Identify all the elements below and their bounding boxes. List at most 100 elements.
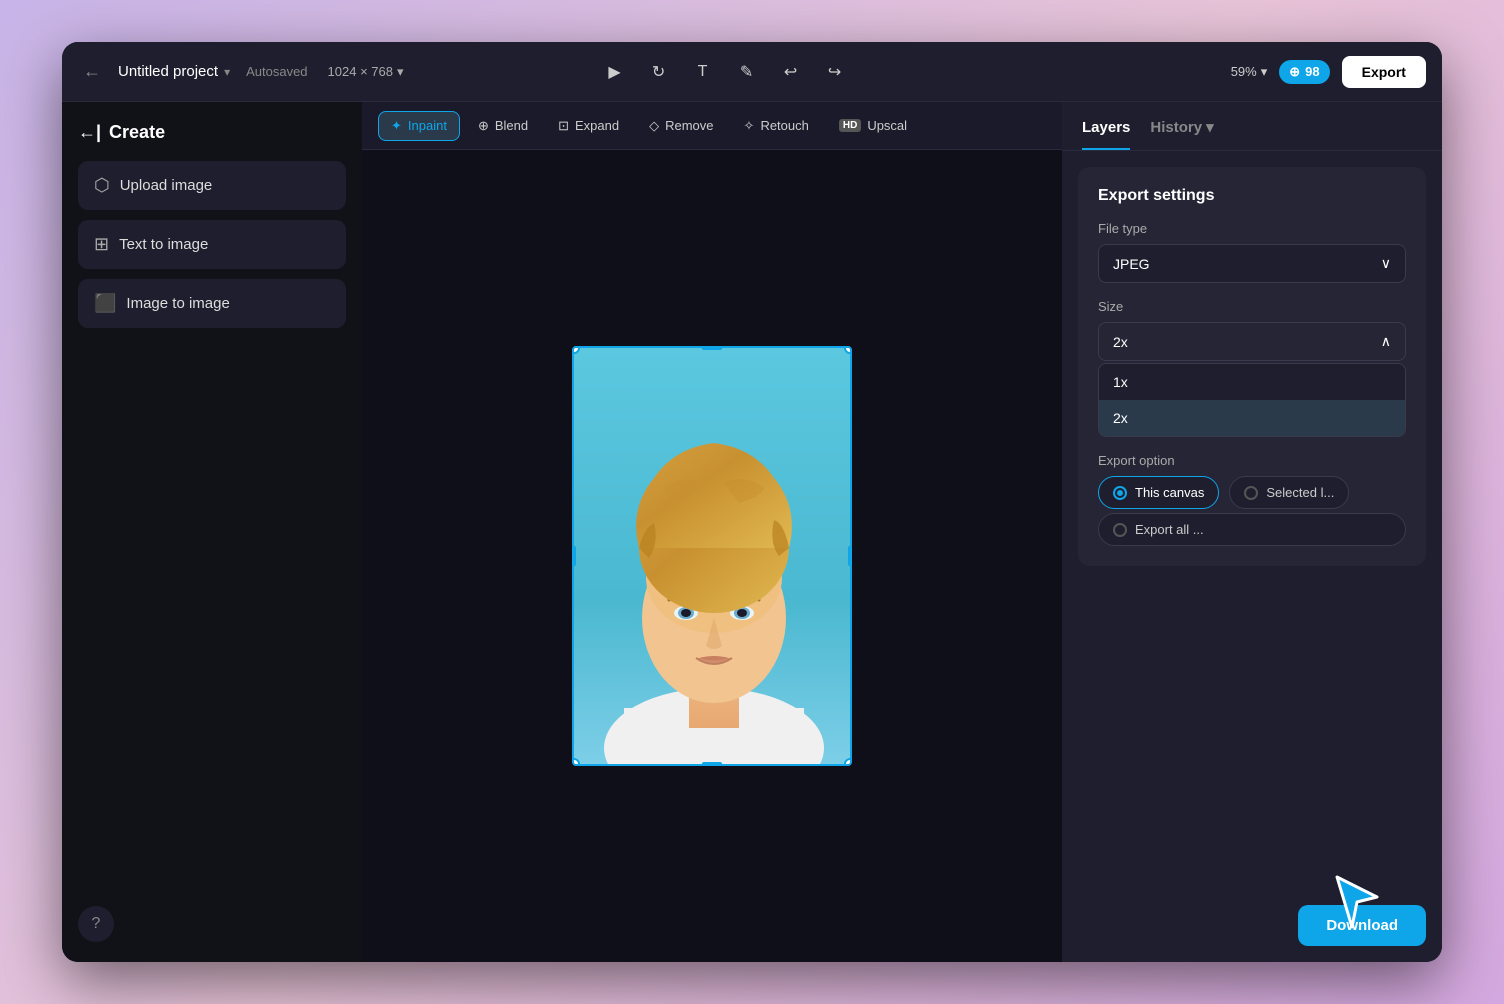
export-button[interactable]: Export (1342, 56, 1426, 88)
retouch-icon: ✧ (744, 118, 755, 134)
tool-group: ▶ ↻ T ✎ ↩ ↪ (601, 58, 849, 86)
zoom-control[interactable]: 59% ▾ (1231, 64, 1268, 80)
size-current-value: 2x (1113, 334, 1128, 350)
canvas-handle-mr[interactable] (848, 546, 852, 566)
export-settings-panel: Export settings File type JPEG ∨ Size 2x (1078, 167, 1426, 566)
edit-toolbar: ✦ Inpaint ⊕ Blend ⊡ Expand ◇ Remove ✧ (362, 102, 1062, 150)
canvas-handle-br[interactable] (844, 758, 852, 766)
select-tool-button[interactable]: ▶ (601, 58, 629, 86)
selected-layer-option[interactable]: Selected l... (1229, 476, 1349, 509)
retouch-label: Retouch (760, 118, 808, 133)
canvas-wrapper[interactable] (362, 150, 1062, 962)
upload-image-label: Upload image (120, 177, 213, 194)
text-to-image-icon: ⊞ (94, 234, 109, 255)
left-sidebar: ←| Create ⬡ Upload image ⊞ Text to image… (62, 102, 362, 962)
cursor-arrow (1332, 872, 1382, 932)
dimensions-chevron-icon: ▾ (397, 64, 404, 80)
title-chevron-icon: ▾ (224, 65, 230, 79)
size-dropdown-header[interactable]: 2x ∧ (1098, 322, 1406, 361)
expand-icon: ⊡ (558, 118, 569, 134)
sidebar-title: Create (109, 122, 165, 143)
text-to-image-button[interactable]: ⊞ Text to image (78, 220, 346, 269)
history-label: History (1150, 119, 1202, 136)
this-canvas-option[interactable]: This canvas (1098, 476, 1219, 509)
selected-label: Selected l... (1266, 485, 1334, 500)
credits-count: 98 (1305, 64, 1319, 79)
export-all-option[interactable]: Export all ... (1098, 513, 1406, 546)
upload-image-button[interactable]: ⬡ Upload image (78, 161, 346, 210)
undo-button[interactable]: ↩ (777, 58, 805, 86)
upscal-tool-button[interactable]: HD Upscal (827, 112, 919, 139)
this-canvas-label: This canvas (1135, 485, 1204, 500)
canvas-handle-tm[interactable] (702, 346, 722, 350)
inpaint-label: Inpaint (408, 118, 447, 133)
redo-button[interactable]: ↪ (821, 58, 849, 86)
file-type-select[interactable]: JPEG ∨ (1098, 244, 1406, 283)
sidebar-back-icon: ←| (78, 122, 101, 143)
tab-history[interactable]: History ▾ (1150, 118, 1213, 150)
remove-label: Remove (665, 118, 713, 133)
canvas-handle-bm[interactable] (702, 762, 722, 766)
zoom-chevron-icon: ▾ (1261, 64, 1268, 80)
expand-label: Expand (575, 118, 619, 133)
expand-tool-button[interactable]: ⊡ Expand (546, 112, 631, 140)
export-option-row: This canvas Selected l... (1098, 476, 1406, 509)
credits-icon: ⊕ (1289, 64, 1300, 80)
history-chevron-icon: ▾ (1206, 118, 1214, 136)
rotate-tool-button[interactable]: ↻ (645, 58, 673, 86)
upscal-label: Upscal (867, 118, 907, 133)
file-type-chevron-icon: ∨ (1381, 255, 1391, 272)
blend-tool-button[interactable]: ⊕ Blend (466, 112, 540, 140)
size-option-1x[interactable]: 1x (1099, 364, 1405, 400)
text-tool-button[interactable]: T (689, 58, 717, 86)
size-dropdown: 1x 2x (1098, 363, 1406, 437)
back-icon: ← (83, 61, 101, 82)
project-title[interactable]: Untitled project ▾ (118, 63, 230, 80)
right-panel: Layers History ▾ Export settings File ty… (1062, 102, 1442, 962)
selected-radio (1244, 486, 1258, 500)
inpaint-tool-button[interactable]: ✦ Inpaint (378, 111, 460, 141)
size-option-2x[interactable]: 2x (1099, 400, 1405, 436)
download-area: Download (1062, 889, 1442, 962)
panel-tabs: Layers History ▾ (1062, 102, 1442, 151)
text-to-image-label: Text to image (119, 236, 208, 253)
pen-tool-button[interactable]: ✎ (733, 58, 761, 86)
autosaved-status: Autosaved (246, 64, 307, 79)
canvas-handle-ml[interactable] (572, 546, 576, 566)
blend-icon: ⊕ (478, 118, 489, 134)
file-type-field: File type JPEG ∨ (1098, 221, 1406, 283)
upload-image-icon: ⬡ (94, 175, 110, 196)
size-1x-label: 1x (1113, 374, 1128, 390)
image-to-image-icon: ⬛ (94, 293, 116, 314)
header-right-section: 59% ▾ ⊕ 98 Export (1231, 56, 1426, 88)
file-type-label: File type (1098, 221, 1406, 236)
dimensions-value: 1024 × 768 (328, 64, 393, 79)
app-header: ← Untitled project ▾ Autosaved 1024 × 76… (62, 42, 1442, 102)
canvas-area: ✦ Inpaint ⊕ Blend ⊡ Expand ◇ Remove ✧ (362, 102, 1062, 962)
credits-badge: ⊕ 98 (1279, 60, 1329, 84)
export-all-radio (1113, 523, 1127, 537)
size-2x-label: 2x (1113, 410, 1128, 426)
export-option-label: Export option (1098, 453, 1406, 468)
back-button[interactable]: ← (78, 58, 106, 86)
export-settings-title: Export settings (1098, 187, 1406, 205)
dimensions-control[interactable]: 1024 × 768 ▾ (328, 64, 404, 80)
help-icon: ? (92, 915, 101, 933)
this-canvas-radio (1113, 486, 1127, 500)
portrait-image (574, 348, 852, 766)
export-all-label: Export all ... (1135, 522, 1204, 537)
remove-icon: ◇ (649, 118, 659, 134)
project-name: Untitled project (118, 63, 218, 80)
blend-label: Blend (495, 118, 528, 133)
retouch-tool-button[interactable]: ✧ Retouch (732, 112, 821, 140)
size-field: Size 2x ∧ 1x 2x (1098, 299, 1406, 437)
sidebar-header: ←| Create (78, 122, 346, 143)
image-to-image-button[interactable]: ⬛ Image to image (78, 279, 346, 328)
export-option-field: Export option This canvas Selected l... (1098, 453, 1406, 546)
remove-tool-button[interactable]: ◇ Remove (637, 112, 725, 140)
help-button[interactable]: ? (78, 906, 114, 942)
size-label: Size (1098, 299, 1406, 314)
hd-label: HD (839, 119, 861, 132)
canvas-image[interactable] (572, 346, 852, 766)
tab-layers[interactable]: Layers (1082, 119, 1130, 150)
